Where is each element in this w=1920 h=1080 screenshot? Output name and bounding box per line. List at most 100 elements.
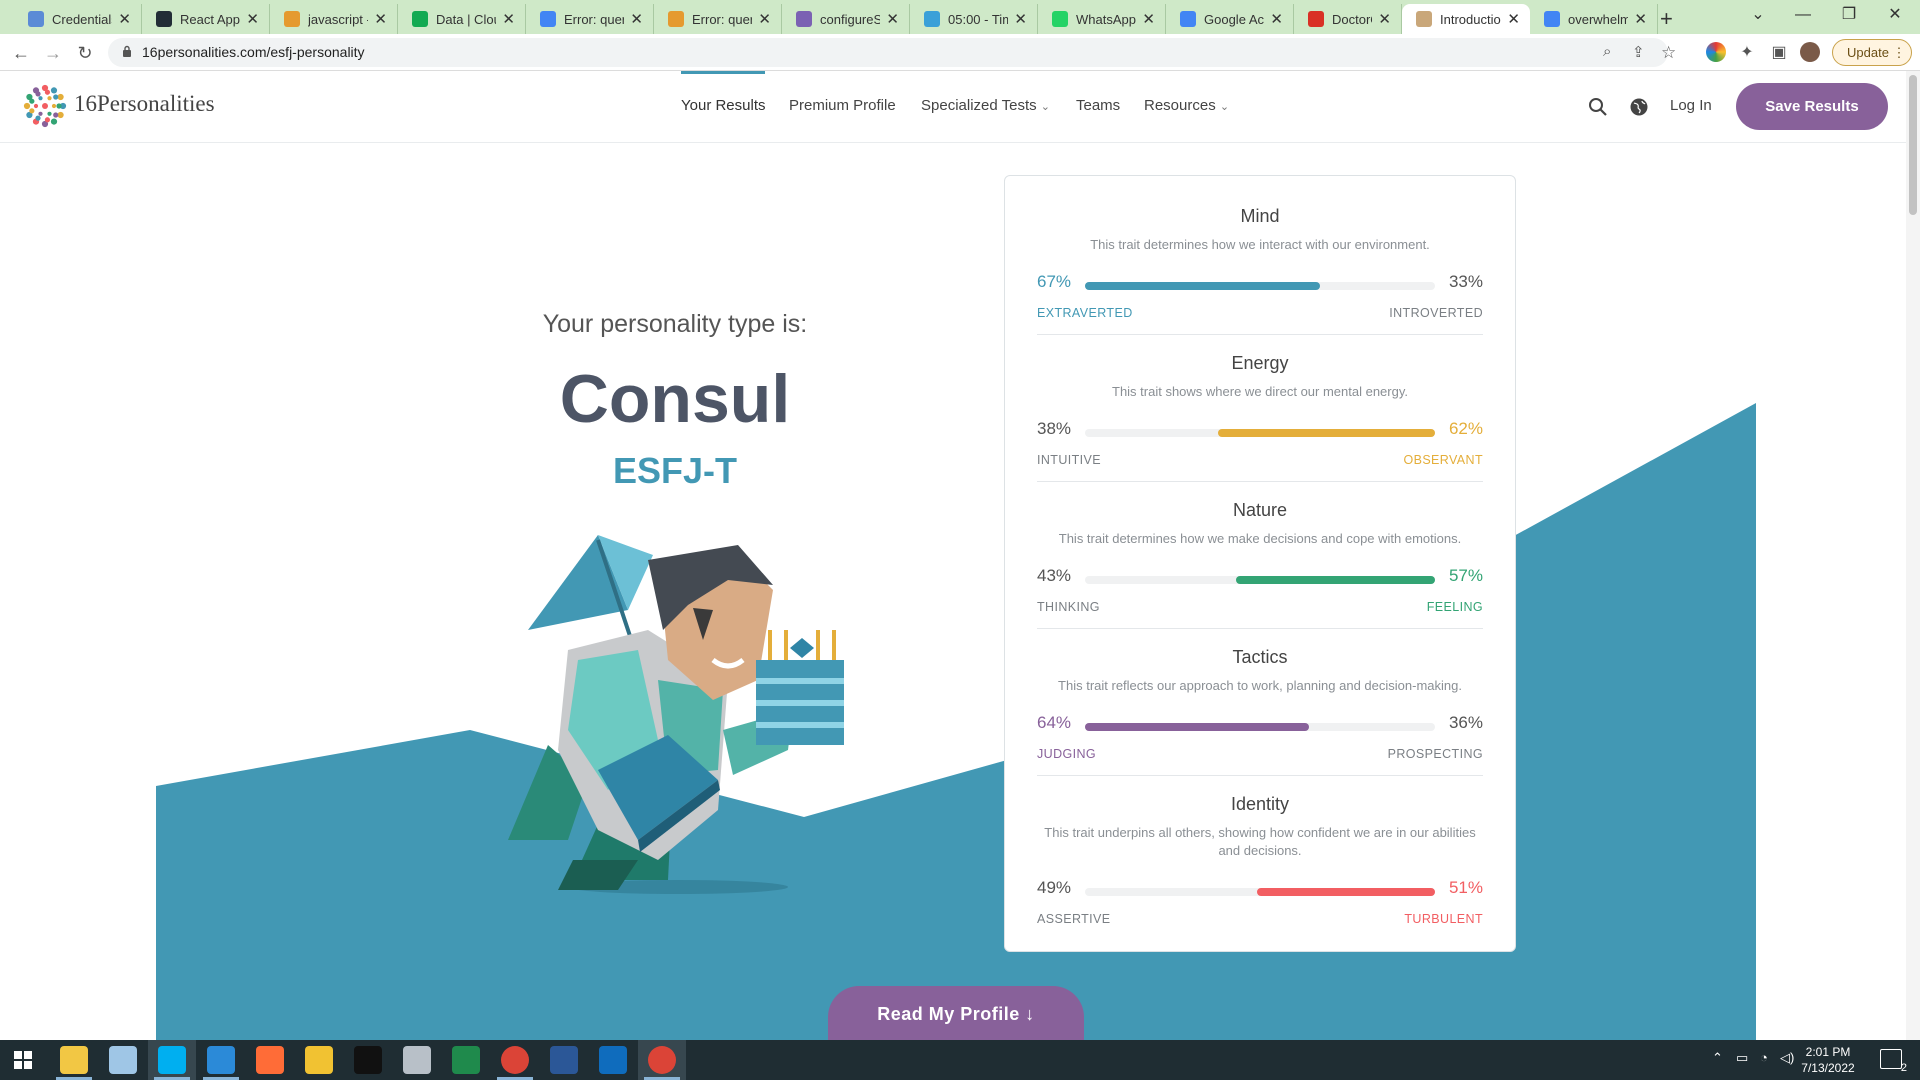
taskbar-skype-icon[interactable] bbox=[158, 1046, 186, 1074]
side-panel-icon[interactable]: ▣ bbox=[1766, 40, 1792, 66]
taskbar-postman-icon[interactable] bbox=[256, 1046, 284, 1074]
browser-tab[interactable]: Credentials ✕ bbox=[14, 4, 142, 34]
close-window-button[interactable]: ✕ bbox=[1872, 0, 1918, 30]
tab-favicon-icon bbox=[156, 11, 172, 27]
trait-left-percent: 49% bbox=[1037, 878, 1072, 897]
close-tab-icon[interactable]: ✕ bbox=[374, 10, 387, 28]
trait-bar-fill bbox=[1085, 723, 1309, 731]
new-tab-button[interactable]: + bbox=[1660, 6, 1673, 32]
close-tab-icon[interactable]: ✕ bbox=[1270, 10, 1283, 28]
logo-text[interactable]: 16Personalities bbox=[74, 91, 215, 117]
taskbar-chrome-icon[interactable] bbox=[501, 1046, 529, 1074]
browser-tab[interactable]: Introductio ✕ bbox=[1402, 4, 1530, 34]
close-tab-icon[interactable]: ✕ bbox=[118, 10, 131, 28]
taskbar-git-icon[interactable] bbox=[305, 1046, 333, 1074]
taskbar-vscode-icon[interactable] bbox=[207, 1046, 235, 1074]
extensions-puzzle-icon[interactable]: ✦ bbox=[1734, 40, 1760, 66]
taskbar-outlook-icon[interactable] bbox=[599, 1046, 627, 1074]
reload-button[interactable]: ↻ bbox=[72, 40, 98, 66]
notifications-icon[interactable]: 2 bbox=[1880, 1049, 1907, 1074]
browser-tab[interactable]: configureSt ✕ bbox=[782, 4, 910, 34]
nav-specialized-tests[interactable]: Specialized Tests ⌄ bbox=[921, 97, 1050, 114]
trait-left-percent: 64% bbox=[1037, 713, 1072, 732]
close-tab-icon[interactable]: ✕ bbox=[758, 10, 771, 28]
browser-tab[interactable]: React App ✕ bbox=[142, 4, 270, 34]
nav-teams[interactable]: Teams bbox=[1076, 97, 1120, 114]
close-tab-icon[interactable]: ✕ bbox=[502, 10, 515, 28]
back-button[interactable]: ← bbox=[8, 40, 34, 66]
search-icon[interactable] bbox=[1588, 97, 1608, 117]
login-link[interactable]: Log In bbox=[1670, 97, 1712, 114]
browser-tab[interactable]: DoctorOnC ✕ bbox=[1294, 4, 1402, 34]
site-header: 16Personalities Your Results Premium Pro… bbox=[0, 71, 1906, 143]
close-tab-icon[interactable]: ✕ bbox=[630, 10, 643, 28]
close-tab-icon[interactable]: ✕ bbox=[1507, 10, 1520, 28]
wifi-icon[interactable]: ◔ bbox=[1760, 1050, 1768, 1065]
tab-favicon-icon bbox=[668, 11, 684, 27]
extension-icon[interactable] bbox=[1706, 42, 1726, 62]
zoom-icon[interactable]: ⌕ bbox=[1603, 43, 1611, 60]
tab-title: DoctorOnC bbox=[1332, 11, 1372, 27]
lock-icon[interactable] bbox=[122, 45, 132, 57]
browser-tab[interactable]: WhatsApp ✕ bbox=[1038, 4, 1166, 34]
trait-left-label: JUDGING bbox=[1037, 747, 1097, 761]
browser-tab[interactable]: Error: query ✕ bbox=[654, 4, 782, 34]
close-tab-icon[interactable]: ✕ bbox=[886, 10, 899, 28]
windows-taskbar: ⌃ ▭ ◔ ◁) 2:01 PM 7/13/2022 2 bbox=[0, 1040, 1920, 1080]
update-button[interactable]: Update ⋮ bbox=[1832, 39, 1912, 66]
tab-title: React App bbox=[180, 11, 240, 27]
taskbar-word-icon[interactable] bbox=[550, 1046, 578, 1074]
minimize-button[interactable]: — bbox=[1780, 0, 1826, 30]
trait-left-label: EXTRAVERTED bbox=[1037, 306, 1133, 320]
read-my-profile-button[interactable]: Read My Profile ↓ bbox=[828, 986, 1084, 1048]
tab-favicon-icon bbox=[924, 11, 940, 27]
windows-start-icon[interactable] bbox=[14, 1051, 32, 1069]
taskbar-file-explorer-icon[interactable] bbox=[60, 1046, 88, 1074]
close-tab-icon[interactable]: ✕ bbox=[1142, 10, 1155, 28]
16personalities-logo-icon[interactable] bbox=[22, 83, 68, 129]
browser-tab[interactable]: Error: query ✕ bbox=[526, 4, 654, 34]
trait-right-percent: 57% bbox=[1448, 566, 1483, 585]
trait-divider bbox=[1037, 775, 1483, 776]
trait-name: Nature bbox=[1232, 500, 1288, 520]
tab-title: Google Acc bbox=[1204, 11, 1265, 27]
nav-resources[interactable]: Resources ⌄ bbox=[1144, 97, 1229, 114]
close-tab-icon[interactable]: ✕ bbox=[1378, 10, 1391, 28]
tray-chevron-icon[interactable]: ⌃ bbox=[1712, 1050, 1723, 1066]
page-scrollbar[interactable] bbox=[1906, 71, 1920, 1040]
browser-tab[interactable]: Data | Clou ✕ bbox=[398, 4, 526, 34]
battery-icon[interactable]: ▭ bbox=[1736, 1050, 1748, 1066]
save-results-button[interactable]: Save Results bbox=[1736, 83, 1888, 130]
restore-button[interactable]: ❐ bbox=[1826, 0, 1872, 30]
close-tab-icon[interactable]: ✕ bbox=[1634, 10, 1647, 28]
forward-button[interactable]: → bbox=[40, 40, 66, 66]
taskbar-chrome-active-icon[interactable] bbox=[648, 1046, 676, 1074]
tab-title: configureSt bbox=[820, 11, 881, 27]
address-bar[interactable]: 16personalities.com/esfj-personality ⌕ ⇪… bbox=[108, 38, 1676, 67]
share-icon[interactable]: ⇪ bbox=[1632, 43, 1645, 61]
tab-search-icon[interactable]: ⌄ bbox=[1735, 0, 1781, 30]
trait-left-label: THINKING bbox=[1037, 600, 1100, 614]
trait-right-label: INTROVERTED bbox=[1389, 306, 1483, 320]
scrollbar-thumb[interactable] bbox=[1909, 75, 1917, 215]
taskbar-app-icon[interactable] bbox=[403, 1046, 431, 1074]
nav-premium-profile[interactable]: Premium Profile bbox=[789, 97, 896, 114]
close-tab-icon[interactable]: ✕ bbox=[246, 10, 259, 28]
nav-resources-label: Resources bbox=[1144, 97, 1216, 114]
clock-time: 2:01 PM bbox=[1805, 1045, 1851, 1059]
nav-your-results[interactable]: Your Results bbox=[681, 97, 766, 114]
taskbar-clock[interactable]: 2:01 PM 7/13/2022 bbox=[1790, 1044, 1866, 1076]
browser-tab[interactable]: Google Acc ✕ bbox=[1166, 4, 1294, 34]
taskbar-notepad-icon[interactable] bbox=[109, 1046, 137, 1074]
taskbar-excel-icon[interactable] bbox=[452, 1046, 480, 1074]
taskbar-terminal-icon[interactable] bbox=[354, 1046, 382, 1074]
bookmark-star-icon[interactable]: ☆ bbox=[1661, 43, 1676, 63]
traits-card: Mind This trait determines how we interac… bbox=[1004, 175, 1516, 952]
browser-tab[interactable]: overwhelm ✕ bbox=[1530, 4, 1658, 34]
profile-avatar[interactable] bbox=[1800, 42, 1820, 62]
browser-tab[interactable]: javascript - ✕ bbox=[270, 4, 398, 34]
update-label: Update bbox=[1847, 45, 1889, 60]
close-tab-icon[interactable]: ✕ bbox=[1014, 10, 1027, 28]
browser-tab[interactable]: 05:00 - Tim ✕ bbox=[910, 4, 1038, 34]
globe-icon[interactable] bbox=[1629, 97, 1649, 117]
